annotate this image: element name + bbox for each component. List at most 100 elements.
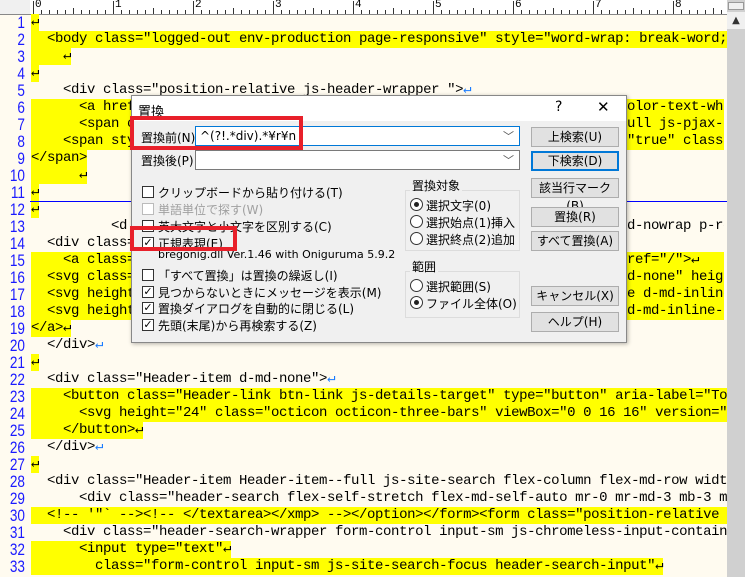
code-line: 3 ↵: [0, 48, 727, 65]
checkbox[interactable]: [142, 186, 154, 198]
code-line: 31 <div class="header-search-wrapper for…: [0, 524, 727, 541]
line-number: 2: [17, 30, 25, 49]
replace-label: 置換後(P): [141, 154, 194, 168]
line-text-right: e d-md-inline: [627, 286, 724, 303]
ruler: 0 1 2 3 4 5 6 7 8: [0, 0, 730, 15]
ruler-tick: [673, 1, 674, 14]
return-icon: ↵: [95, 337, 104, 353]
return-icon: ↵: [31, 354, 40, 370]
cancel-button[interactable]: キャンセル(X): [531, 286, 619, 306]
return-icon: ↵: [63, 48, 72, 64]
line-content: </button>: [31, 422, 136, 438]
line-content: <svg height: [31, 303, 136, 319]
radio-button[interactable]: [410, 279, 423, 292]
radio-button[interactable]: [410, 296, 423, 309]
replace-input[interactable]: ﹀: [195, 150, 520, 170]
line-number: 20: [9, 336, 25, 355]
line-content: class="form-control input-sm js-site-sea…: [31, 558, 656, 574]
radio-button[interactable]: [410, 215, 423, 228]
checkbox[interactable]: ✓: [142, 286, 154, 298]
line-number: 4: [17, 64, 25, 83]
ruler-tick: [193, 1, 194, 14]
line-text: </div>↵: [31, 439, 103, 456]
close-icon[interactable]: ✕: [597, 98, 610, 116]
checkbox[interactable]: [142, 269, 154, 281]
replace-button[interactable]: 置換(R): [531, 207, 619, 227]
checkbox[interactable]: ✓: [142, 319, 154, 331]
search-up-button[interactable]: 上検索(U): [531, 127, 619, 147]
line-content: <span c: [31, 116, 136, 132]
ruler-label: 4: [355, 0, 362, 11]
chevron-down-icon[interactable]: ﹀: [503, 128, 514, 144]
annotation-box-regex: [130, 226, 237, 251]
code-line: 26 </div>↵: [0, 439, 727, 456]
code-line: 30 <!-- '"` --><!-- </textarea></xmp> --…: [0, 507, 727, 524]
line-text: <svg height: [31, 286, 135, 303]
line-number: 9: [17, 149, 25, 168]
checkbox-label[interactable]: 置換ダイアログを自動的に閉じる(L): [158, 300, 354, 317]
line-text: <span c: [31, 116, 135, 133]
radio-label[interactable]: 選択終点(2)追加: [426, 231, 515, 248]
line-text: </a>↵: [31, 320, 71, 337]
radio-button[interactable]: [410, 232, 423, 245]
checkbox[interactable]: ✓: [142, 302, 154, 314]
line-number: 21: [9, 353, 25, 372]
return-icon: ↵: [79, 167, 88, 183]
line-text: <!-- '"` --><!-- </textarea></xmp> --></…: [31, 507, 727, 524]
code-line: 28 <div class="Header-item Header-item--…: [0, 473, 727, 490]
line-text: ↵: [31, 456, 39, 473]
target-group-title: 置換対象: [410, 177, 463, 194]
radio-button[interactable]: [410, 198, 423, 211]
vertical-scrollbar[interactable]: ▲: [727, 0, 745, 577]
code-line: 4 ↵: [0, 65, 727, 82]
line-number: 10: [9, 166, 25, 185]
line-number: 12: [9, 200, 25, 219]
line-number: 1: [17, 14, 25, 32]
line-text: <button class="Header-link btn-link js-d…: [31, 388, 727, 405]
line-text: <a href: [31, 99, 135, 116]
code-line: 2 <body class="logged-out env-production…: [0, 31, 727, 48]
return-icon: ↵: [63, 320, 72, 336]
checkbox-label[interactable]: 先頭(末尾)から再検索する(Z): [158, 317, 317, 334]
ruler-tick: [593, 1, 594, 14]
return-icon: ↵: [223, 541, 232, 557]
checkbox-label[interactable]: 「すべて置換」は置換の繰返し(I): [158, 267, 338, 284]
checkbox-label[interactable]: 見つからないときにメッセージを表示(M): [158, 284, 381, 301]
line-text: <svg class=: [31, 269, 135, 286]
checkbox-label[interactable]: 単語単位で探す(W): [158, 201, 263, 218]
code-line: 1 ↵: [0, 14, 727, 31]
help-icon[interactable]: ?: [555, 99, 562, 115]
help-button[interactable]: ヘルプ(H): [531, 312, 619, 332]
line-number: 26: [9, 438, 25, 457]
return-icon: ↵: [95, 439, 104, 455]
radio-label[interactable]: 選択範囲(S): [426, 278, 491, 295]
radio-label[interactable]: 選択文字(0): [426, 197, 491, 214]
ruler-label: 3: [275, 0, 282, 11]
radio-label[interactable]: ファイル全体(O): [426, 295, 517, 312]
chevron-down-icon[interactable]: ﹀: [503, 152, 514, 168]
line-text-right: d-md-inline-b: [627, 303, 724, 320]
return-icon: ↵: [327, 371, 336, 387]
line-number: 30: [9, 506, 25, 525]
line-number: 24: [9, 404, 25, 423]
line-number: 13: [9, 217, 25, 236]
replace-all-button[interactable]: すべて置換(A): [531, 231, 619, 251]
ruler-tick: [273, 1, 274, 14]
radio-label[interactable]: 選択始点(1)挿入: [426, 214, 515, 231]
ruler-label: 6: [515, 0, 522, 11]
checkbox-label[interactable]: クリップボードから貼り付ける(T): [158, 184, 343, 201]
line-number: 16: [9, 268, 25, 287]
search-down-button[interactable]: 下検索(D): [531, 151, 619, 171]
line-number: 3: [17, 47, 25, 66]
split-handle[interactable]: [728, 2, 744, 10]
scroll-up-arrow-icon[interactable]: ▲: [727, 12, 745, 29]
line-text: <div class=: [31, 235, 135, 252]
line-text: ↵: [31, 14, 39, 31]
code-line: 29 <div class="header-search flex-self-s…: [0, 490, 727, 507]
line-content: <svg class=: [31, 269, 136, 285]
line-content: </div>: [31, 439, 96, 455]
line-content: <div class="header-search-wrapper form-c…: [31, 524, 727, 540]
mark-lines-button[interactable]: 該当行マーク(B): [531, 178, 619, 213]
line-number: 33: [9, 557, 25, 576]
code-line: 24 <svg height="24" class="octicon octic…: [0, 405, 727, 422]
